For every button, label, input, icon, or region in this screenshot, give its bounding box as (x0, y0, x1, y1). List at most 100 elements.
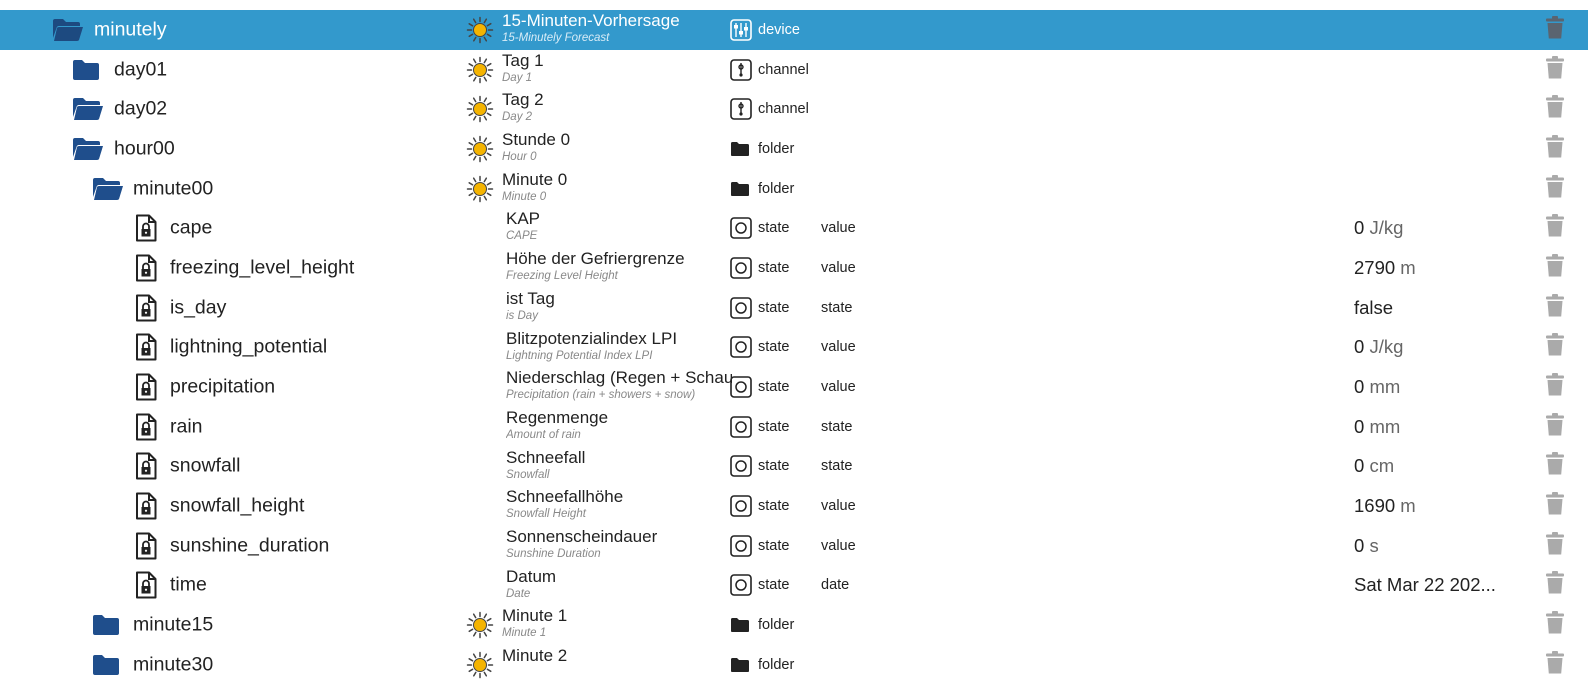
object-name: Stunde 0 Hour 0 (502, 130, 728, 164)
object-value[interactable]: 0 s (1354, 535, 1379, 557)
tree-row[interactable]: day02 Tag 2 Day 2 channel (0, 89, 1588, 129)
state-file-icon[interactable] (135, 413, 157, 441)
object-id: snowfall (170, 454, 241, 477)
trash-icon[interactable] (1545, 611, 1565, 640)
trash-icon[interactable] (1545, 531, 1565, 560)
object-value[interactable]: 0 J/kg (1354, 336, 1403, 358)
object-name-de: Stunde 0 (502, 130, 571, 150)
object-id: minute00 (133, 177, 214, 200)
object-name-de: Tag 1 (502, 50, 544, 70)
tree-row[interactable]: freezing_level_height Höhe der Gefriergre… (0, 248, 1588, 288)
state-file-icon[interactable] (135, 373, 157, 401)
folder-open-icon[interactable] (92, 177, 124, 201)
state-file-icon[interactable] (135, 254, 157, 282)
state-file-icon[interactable] (135, 294, 157, 322)
object-value[interactable]: 0 J/kg (1354, 217, 1403, 239)
tree-row[interactable]: rain Regenmenge Amount of rain state state 0 … (0, 407, 1588, 447)
folder-open-icon[interactable] (52, 18, 84, 42)
object-name-en: Lightning Potential Index LPI (506, 349, 653, 362)
object-type: state (758, 299, 790, 316)
state-icon (730, 534, 752, 557)
tree-row[interactable]: cape KAP CAPE state value 0 J/kg (0, 208, 1588, 248)
object-name-de: Datum (506, 566, 557, 586)
sun-icon (466, 135, 494, 163)
object-type: state (758, 259, 790, 276)
object-name-en: Snowfall (506, 468, 550, 481)
state-file-icon[interactable] (135, 492, 157, 520)
object-value[interactable]: 0 cm (1354, 455, 1394, 477)
object-id: cape (170, 216, 213, 239)
trash-icon[interactable] (1545, 373, 1565, 402)
object-name: Datum Date (506, 567, 732, 601)
object-id: sunshine_duration (170, 534, 330, 557)
tree-row[interactable]: snowfall Schneefall Snowfall state state 0 cm (0, 447, 1588, 487)
trash-icon[interactable] (1545, 55, 1565, 84)
object-name-en: Amount of rain (506, 428, 581, 441)
object-name: 15-Minuten-Vorhersage 15-Minutely Forecas… (502, 11, 728, 45)
tree-row[interactable]: snowfall_height Schneefallhöhe Snowfall He… (0, 486, 1588, 526)
tree-row[interactable]: is_day ist Tag is Day state state false (0, 288, 1588, 328)
trash-icon[interactable] (1545, 293, 1565, 322)
value-number: 0 (1354, 455, 1365, 477)
folder-closed-icon[interactable] (92, 614, 120, 636)
value-unit: cm (1369, 455, 1395, 477)
object-role: value (821, 379, 856, 396)
value-number: 2790 (1354, 256, 1396, 278)
object-type: state (758, 498, 790, 515)
trash-icon[interactable] (1545, 412, 1565, 441)
object-role: state (821, 418, 853, 435)
object-value[interactable]: 0 mm (1354, 416, 1400, 438)
state-icon (730, 336, 752, 359)
object-value[interactable]: false (1354, 297, 1393, 319)
trash-icon[interactable] (1545, 253, 1565, 282)
trash-icon[interactable] (1545, 452, 1565, 481)
state-icon (730, 495, 752, 517)
tree-row[interactable]: precipitation Niederschlag (Regen + Schau… (0, 367, 1588, 407)
trash-icon[interactable] (1545, 214, 1565, 243)
trash-icon[interactable] (1545, 492, 1565, 521)
value-number: 0 (1354, 376, 1365, 398)
object-role: state (821, 299, 853, 316)
tree-row[interactable]: sunshine_duration Sonnenscheindauer Sunshi… (0, 526, 1588, 566)
object-tree: minutely 15-Minuten-Vorhersage 15-Minutely… (0, 10, 1588, 685)
trash-icon[interactable] (1545, 95, 1565, 124)
folder-open-icon[interactable] (72, 137, 104, 161)
object-name: Blitzpotenzialindex LPI Lightning Potenti… (506, 329, 732, 363)
trash-icon[interactable] (1545, 134, 1565, 163)
tree-row[interactable]: minute30 Minute 2 folder (0, 645, 1588, 685)
folder-closed-icon[interactable] (72, 59, 100, 81)
state-file-icon[interactable] (135, 214, 157, 242)
object-value[interactable]: 0 mm (1354, 376, 1400, 398)
state-file-icon[interactable] (135, 532, 157, 560)
folder-open-icon[interactable] (72, 97, 104, 121)
object-id: is_day (170, 296, 227, 319)
trash-icon[interactable] (1545, 650, 1565, 679)
state-icon (730, 455, 752, 478)
folder-closed-icon[interactable] (92, 654, 120, 676)
value-number: 1690 (1354, 495, 1396, 517)
trash-icon[interactable] (1545, 571, 1565, 600)
channel-icon (730, 58, 752, 81)
tree-row[interactable]: minutely 15-Minuten-Vorhersage 15-Minutely… (0, 10, 1588, 50)
value-number: false (1354, 296, 1394, 318)
object-value[interactable]: 2790 m (1354, 257, 1416, 279)
trash-icon[interactable] (1545, 333, 1565, 362)
tree-row[interactable]: day01 Tag 1 Day 1 channel (0, 50, 1588, 90)
tree-row[interactable]: time Datum Date state date Sat Mar 22 202... (0, 566, 1588, 606)
state-file-icon[interactable] (135, 333, 157, 361)
object-value[interactable]: 1690 m (1354, 495, 1416, 517)
value-unit: mm (1369, 415, 1401, 437)
trash-icon[interactable] (1545, 174, 1565, 203)
state-file-icon[interactable] (135, 452, 157, 480)
state-icon (730, 376, 752, 398)
object-name-de: 15-Minuten-Vorhersage (502, 11, 680, 30)
object-value[interactable]: Sat Mar 22 202... (1354, 574, 1496, 596)
state-file-icon[interactable] (135, 571, 157, 599)
value-unit: s (1369, 534, 1379, 556)
tree-row[interactable]: minute00 Minute 0 Minute 0 folder (0, 169, 1588, 209)
tree-row[interactable]: hour00 Stunde 0 Hour 0 folder (0, 129, 1588, 169)
tree-row[interactable]: minute15 Minute 1 Minute 1 folder (0, 605, 1588, 645)
object-name-en: CAPE (506, 230, 538, 243)
tree-row[interactable]: lightning_potential Blitzpotenzialindex L… (0, 328, 1588, 368)
trash-icon[interactable] (1545, 15, 1565, 44)
